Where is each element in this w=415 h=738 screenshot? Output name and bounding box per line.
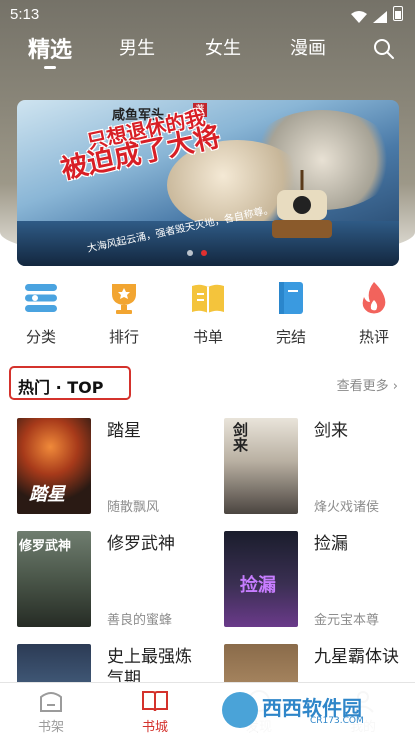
hot-comment-icon	[356, 280, 392, 316]
top-nav: 精选 男生 女生 漫画	[0, 30, 415, 70]
book-card[interactable]: 捡漏 捡漏 金元宝本尊	[224, 531, 409, 628]
book-author: 善良的蜜蜂	[107, 613, 173, 628]
site-watermark: 西西软件园 CR173.COM	[218, 688, 398, 732]
book-cover: 剑来	[224, 418, 298, 514]
shortcut-label: 分类	[25, 328, 56, 346]
cover-title: 剑来	[231, 422, 249, 452]
category-shortcuts: 分类 排行 书单 完结 热评	[0, 280, 415, 350]
tab-comics[interactable]: 漫画	[290, 34, 326, 60]
search-icon[interactable]	[373, 38, 395, 60]
shortcut-ranking[interactable]: 排行	[94, 280, 154, 347]
shortcut-booklist[interactable]: 书单	[178, 280, 238, 347]
wifi-icon	[351, 8, 367, 23]
tab-featured[interactable]: 精选	[28, 32, 73, 69]
booklist-icon	[190, 280, 226, 316]
status-time: 5:13	[10, 6, 40, 23]
book-card[interactable]: 修罗武神 修罗武神 善良的蜜蜂	[17, 531, 202, 628]
shortcut-label: 书单	[192, 328, 223, 346]
shortcut-label: 完结	[275, 328, 306, 346]
book-title: 剑来	[314, 421, 348, 441]
book-author: 金元宝本尊	[314, 613, 380, 628]
finished-book-icon	[273, 280, 309, 316]
signal-icon	[373, 8, 387, 23]
status-icons	[351, 6, 403, 23]
shortcut-hot-comments[interactable]: 热评	[344, 280, 404, 347]
tab-bookshelf[interactable]: 书架	[21, 689, 81, 735]
book-cover: 捡漏	[224, 531, 298, 627]
watermark-url: CR173.COM	[310, 716, 364, 726]
section-title-text: 热门 · TOP	[18, 378, 104, 397]
cover-title: 捡漏	[240, 575, 276, 596]
trophy-icon	[106, 280, 142, 316]
shortcut-label: 排行	[108, 328, 139, 346]
tab-label: 漫画	[290, 38, 326, 59]
ship-illustration	[272, 170, 332, 238]
section-title-hot-top: 热门 · TOP	[9, 366, 131, 400]
banner-pagination	[187, 250, 207, 256]
tab-label: 男生	[119, 38, 155, 59]
shortcut-finished[interactable]: 完结	[261, 280, 321, 347]
book-cover: 踏星	[17, 418, 91, 514]
pagination-dot[interactable]	[187, 250, 193, 256]
tab-bookstore[interactable]: 书城	[125, 689, 185, 735]
tab-label: 书城	[141, 720, 168, 735]
shortcut-label: 热评	[358, 328, 389, 346]
bookstore-icon	[142, 689, 168, 713]
tab-label: 精选	[28, 38, 73, 63]
tab-female[interactable]: 女生	[205, 34, 241, 60]
shortcut-category[interactable]: 分类	[11, 280, 71, 347]
book-title: 九星霸体诀	[314, 647, 399, 667]
watermark-logo-icon	[222, 692, 258, 728]
pagination-dot-active[interactable]	[201, 250, 207, 256]
promo-banner[interactable]: 咸鱼军头 著 只想退休的我 被迫成了大将 大海风起云涌，强者毁天灭地，各自称尊。	[17, 100, 399, 266]
book-title: 踏星	[107, 421, 141, 441]
book-card[interactable]: 踏星 踏星 随散飘风	[17, 418, 202, 515]
tab-male[interactable]: 男生	[119, 34, 155, 60]
book-title: 捡漏	[314, 534, 348, 554]
status-bar: 5:13	[0, 0, 415, 30]
book-title: 修罗武神	[107, 534, 175, 554]
book-cover: 修罗武神	[17, 531, 91, 627]
see-more-link[interactable]: 查看更多 ›	[337, 375, 398, 394]
book-author: 烽火戏诸侯	[314, 500, 380, 515]
battery-icon	[393, 6, 403, 21]
category-icon	[23, 280, 59, 316]
active-tab-indicator	[44, 66, 56, 69]
cover-title: 踏星	[29, 484, 65, 505]
book-card[interactable]: 剑来 剑来 烽火戏诸侯	[224, 418, 409, 515]
bookshelf-icon	[38, 689, 64, 713]
tab-label: 女生	[205, 38, 241, 59]
book-author: 随散飘风	[107, 500, 160, 515]
tab-label: 书架	[37, 720, 64, 735]
cover-title: 修罗武神	[19, 539, 72, 554]
